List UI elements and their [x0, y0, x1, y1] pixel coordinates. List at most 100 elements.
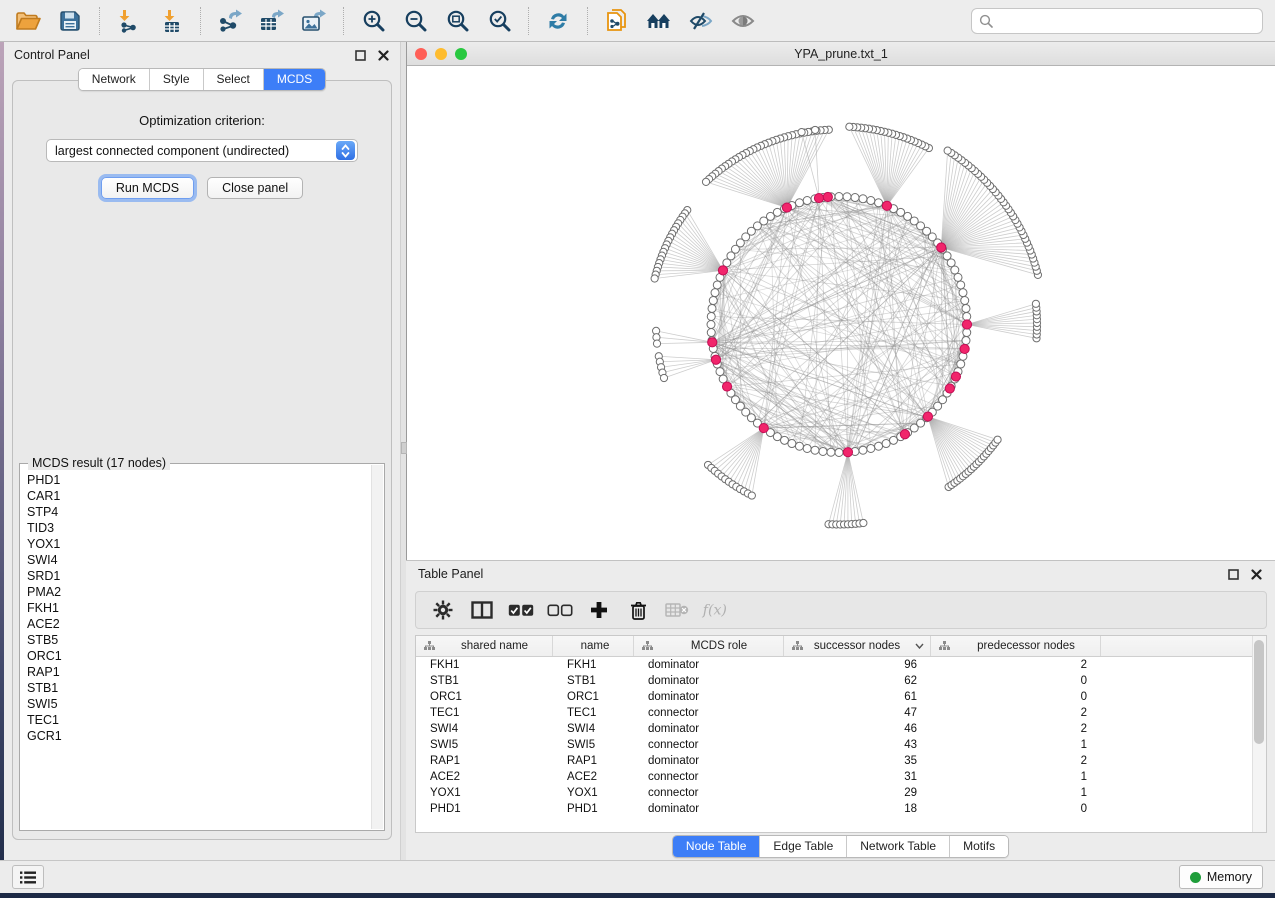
- ring-node[interactable]: [954, 273, 962, 281]
- zoom-in-button[interactable]: [353, 4, 393, 38]
- tab-network-table[interactable]: Network Table: [846, 836, 949, 857]
- table-row[interactable]: FKH1FKH1dominator962: [416, 657, 1266, 673]
- table-row[interactable]: YOX1YOX1connector291: [416, 785, 1266, 801]
- table-row[interactable]: STB1STB1dominator620: [416, 673, 1266, 689]
- ring-node[interactable]: [827, 448, 835, 456]
- result-list-item[interactable]: TEC1: [27, 712, 370, 728]
- import-network-button[interactable]: [109, 4, 149, 38]
- result-list-scrollbar[interactable]: [371, 465, 383, 829]
- ring-node[interactable]: [851, 194, 859, 202]
- leaf-node[interactable]: [812, 126, 819, 133]
- mcds-node[interactable]: [814, 193, 823, 202]
- mcds-result-list[interactable]: PHD1CAR1STP4TID3YOX1SWI4SRD1PMA2FKH1ACE2…: [27, 472, 370, 828]
- network-canvas[interactable]: [407, 66, 1275, 560]
- ring-node[interactable]: [707, 329, 715, 337]
- search-input[interactable]: [998, 14, 1255, 28]
- table-scrollbar[interactable]: [1252, 636, 1266, 832]
- column-header-name[interactable]: name: [553, 636, 634, 656]
- tab-edge-table[interactable]: Edge Table: [759, 836, 846, 857]
- float-panel-button[interactable]: [353, 48, 367, 62]
- table-row[interactable]: TEC1TEC1connector472: [416, 705, 1266, 721]
- table-row[interactable]: ORC1ORC1dominator610: [416, 689, 1266, 705]
- leaf-node[interactable]: [651, 275, 658, 282]
- ring-node[interactable]: [795, 442, 803, 450]
- table-settings-button[interactable]: [428, 595, 458, 625]
- refresh-button[interactable]: [538, 4, 578, 38]
- mcds-node[interactable]: [782, 203, 791, 212]
- leaf-node[interactable]: [994, 436, 1001, 443]
- save-session-button[interactable]: [50, 4, 90, 38]
- result-list-item[interactable]: RAP1: [27, 664, 370, 680]
- column-header-mcds-role[interactable]: MCDS role: [634, 636, 784, 656]
- ring-node[interactable]: [811, 446, 819, 454]
- ring-node[interactable]: [709, 297, 717, 305]
- close-table-panel-button[interactable]: [1249, 567, 1263, 581]
- mcds-node[interactable]: [923, 412, 932, 421]
- optimization-criterion-select[interactable]: largest connected component (undirected): [46, 139, 358, 162]
- leaf-node[interactable]: [860, 519, 867, 526]
- ring-node[interactable]: [708, 304, 716, 312]
- ring-node[interactable]: [781, 436, 789, 444]
- tab-mcds[interactable]: MCDS: [263, 69, 325, 90]
- delete-table-button[interactable]: [662, 595, 692, 625]
- ring-node[interactable]: [707, 321, 715, 329]
- float-table-panel-button[interactable]: [1226, 567, 1240, 581]
- ring-node[interactable]: [803, 444, 811, 452]
- table-row[interactable]: PHD1PHD1dominator180: [416, 801, 1266, 817]
- ring-node[interactable]: [716, 368, 724, 376]
- leaf-node[interactable]: [944, 147, 951, 154]
- result-list-item[interactable]: PHD1: [27, 472, 370, 488]
- leaf-node[interactable]: [702, 178, 709, 185]
- mcds-node[interactable]: [962, 320, 971, 329]
- mcds-node[interactable]: [882, 201, 891, 210]
- ring-node[interactable]: [962, 337, 970, 345]
- tab-network[interactable]: Network: [79, 69, 149, 90]
- ring-node[interactable]: [875, 199, 883, 207]
- leaf-node[interactable]: [1032, 300, 1039, 307]
- zoom-out-button[interactable]: [395, 4, 435, 38]
- column-header-successor-nodes[interactable]: successor nodes: [784, 636, 931, 656]
- mcds-node[interactable]: [823, 192, 832, 201]
- ring-node[interactable]: [963, 312, 971, 320]
- ring-node[interactable]: [835, 449, 843, 457]
- mcds-node[interactable]: [708, 338, 717, 347]
- mcds-node[interactable]: [951, 372, 960, 381]
- vertical-splitter[interactable]: [400, 42, 406, 860]
- result-list-item[interactable]: GCR1: [27, 728, 370, 744]
- ring-node[interactable]: [957, 360, 965, 368]
- ring-node[interactable]: [788, 440, 796, 448]
- deselect-all-rows-button[interactable]: [545, 595, 575, 625]
- close-panel-action-button[interactable]: Close panel: [207, 177, 303, 199]
- ring-node[interactable]: [959, 289, 967, 297]
- add-column-button[interactable]: [584, 595, 614, 625]
- delete-column-button[interactable]: [623, 595, 653, 625]
- ring-node[interactable]: [711, 289, 719, 297]
- memory-button[interactable]: Memory: [1179, 865, 1263, 889]
- leaf-node[interactable]: [846, 123, 853, 130]
- result-list-item[interactable]: SRD1: [27, 568, 370, 584]
- export-image-button[interactable]: [294, 4, 334, 38]
- result-list-item[interactable]: ORC1: [27, 648, 370, 664]
- result-list-item[interactable]: PMA2: [27, 584, 370, 600]
- mcds-node[interactable]: [937, 243, 946, 252]
- ring-node[interactable]: [795, 199, 803, 207]
- column-header-shared-name[interactable]: shared name: [416, 636, 553, 656]
- result-list-item[interactable]: STB1: [27, 680, 370, 696]
- table-row[interactable]: ACE2ACE2connector311: [416, 769, 1266, 785]
- ring-node[interactable]: [961, 297, 969, 305]
- mcds-node[interactable]: [711, 355, 720, 364]
- import-table-button[interactable]: [151, 4, 191, 38]
- result-list-item[interactable]: SWI4: [27, 552, 370, 568]
- mcds-node[interactable]: [843, 448, 852, 457]
- leaf-node[interactable]: [660, 374, 667, 381]
- export-table-button[interactable]: [252, 4, 292, 38]
- run-mcds-button[interactable]: Run MCDS: [101, 177, 194, 199]
- zoom-selected-button[interactable]: [479, 4, 519, 38]
- result-list-item[interactable]: TID3: [27, 520, 370, 536]
- hide-glasses-button[interactable]: [681, 4, 721, 38]
- result-list-item[interactable]: YOX1: [27, 536, 370, 552]
- tab-motifs[interactable]: Motifs: [949, 836, 1008, 857]
- result-list-item[interactable]: SWI5: [27, 696, 370, 712]
- ring-node[interactable]: [803, 197, 811, 205]
- result-list-item[interactable]: FKH1: [27, 600, 370, 616]
